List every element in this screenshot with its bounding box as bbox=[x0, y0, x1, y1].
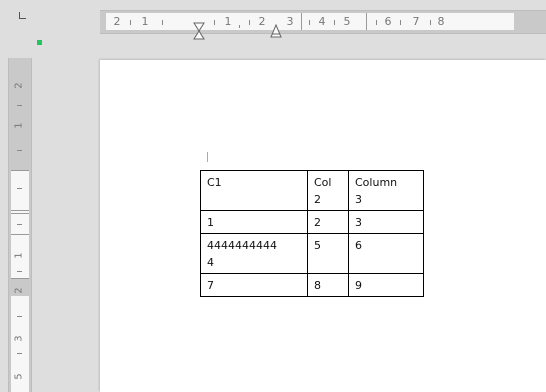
cell-text: 2 bbox=[314, 216, 321, 229]
tab-stop-icon[interactable] bbox=[19, 12, 26, 19]
ruler-label: 7 bbox=[412, 15, 420, 28]
ruler-row-separator[interactable] bbox=[11, 234, 29, 235]
table-cell[interactable]: 7 bbox=[200, 273, 308, 297]
ruler-tick bbox=[309, 20, 310, 25]
ruler-tick bbox=[249, 20, 250, 25]
horizontal-ruler[interactable]: 2 1 1 2 3 4 5 6 7 8 bbox=[100, 10, 546, 40]
ruler-label: 2 bbox=[13, 82, 25, 89]
ruler-tick bbox=[376, 20, 377, 25]
ruler-label: 5 bbox=[13, 373, 25, 380]
table-cell[interactable]: 4444444444 4 bbox=[200, 233, 308, 274]
cell-text: 6 bbox=[355, 239, 362, 252]
ruler-tick bbox=[214, 20, 215, 25]
cell-text: 7 bbox=[207, 279, 214, 292]
ruler-column-separator[interactable] bbox=[301, 13, 302, 30]
table-cell[interactable]: 1 bbox=[200, 210, 308, 234]
ruler-tick bbox=[130, 20, 131, 25]
table-cell[interactable]: 9 bbox=[348, 273, 424, 297]
ruler-margin-area bbox=[11, 58, 29, 170]
ruler-label: 4 bbox=[318, 15, 326, 28]
table-cell[interactable]: 8 bbox=[307, 273, 349, 297]
ruler-label: 8 bbox=[437, 15, 445, 28]
cell-text: Column 3 bbox=[355, 176, 398, 206]
ruler-label: 1 bbox=[13, 122, 25, 129]
table-row: C1 Col 2 Column 3 bbox=[200, 170, 424, 211]
ruler-tick bbox=[17, 353, 22, 354]
ruler-label: 5 bbox=[343, 15, 351, 28]
ruler-row-separator[interactable] bbox=[11, 210, 29, 211]
ruler-label: 1 bbox=[13, 252, 25, 259]
table-cell[interactable]: 3 bbox=[348, 210, 424, 234]
ruler-corner bbox=[0, 0, 100, 60]
hourglass-indent-icon[interactable] bbox=[193, 22, 205, 40]
table-row: 4444444444 4 5 6 bbox=[200, 233, 424, 274]
cell-text: 1 bbox=[207, 216, 214, 229]
cell-text: C1 bbox=[207, 176, 222, 189]
cell-text: 5 bbox=[314, 239, 321, 252]
ruler-label: 2 bbox=[258, 15, 266, 28]
ruler-tick bbox=[239, 25, 240, 28]
ruler-row-separator[interactable] bbox=[11, 278, 29, 279]
table-row: 7 8 9 bbox=[200, 273, 424, 297]
ruler-tick bbox=[17, 271, 22, 272]
table-cell[interactable]: 5 bbox=[307, 233, 349, 274]
table-cell[interactable]: 2 bbox=[307, 210, 349, 234]
ruler-tick bbox=[17, 316, 22, 317]
text-boundary-mark bbox=[207, 152, 208, 162]
ruler-tick bbox=[400, 20, 401, 25]
ruler-label: 1 bbox=[224, 15, 232, 28]
table-cell[interactable]: Col 2 bbox=[307, 170, 349, 211]
ruler-label: 3 bbox=[13, 335, 25, 342]
ruler-label: 2 bbox=[113, 15, 121, 28]
cell-text: 4444444444 4 bbox=[207, 239, 277, 269]
ruler-tick bbox=[17, 224, 22, 225]
ruler-tick bbox=[17, 105, 22, 106]
ruler-tick bbox=[17, 150, 22, 151]
ruler-active-area bbox=[106, 13, 514, 30]
ruler-tick bbox=[17, 188, 22, 189]
tab-marker-icon[interactable] bbox=[270, 24, 282, 38]
cell-text: Col 2 bbox=[314, 176, 332, 206]
ruler-label: 6 bbox=[384, 15, 392, 28]
cell-text: 3 bbox=[355, 216, 362, 229]
table-cell[interactable]: Column 3 bbox=[348, 170, 424, 211]
ruler-separator bbox=[11, 170, 29, 171]
ruler-column-separator[interactable] bbox=[366, 13, 367, 30]
ruler-label: 3 bbox=[286, 15, 294, 28]
ruler-row-separator[interactable] bbox=[11, 213, 29, 214]
table-cell[interactable]: C1 bbox=[200, 170, 308, 211]
ruler-label: 1 bbox=[141, 15, 149, 28]
table-row: 1 2 3 bbox=[200, 210, 424, 234]
table-cell[interactable]: 6 bbox=[348, 233, 424, 274]
green-marker-icon bbox=[37, 40, 42, 45]
cell-text: 9 bbox=[355, 279, 362, 292]
ruler-tick bbox=[334, 20, 335, 25]
ruler-tick bbox=[430, 20, 431, 25]
ruler-tick bbox=[162, 20, 163, 25]
document-table[interactable]: C1 Col 2 Column 3 1 2 3 4444444444 4 5 6… bbox=[200, 170, 424, 297]
vertical-ruler[interactable]: 2 1 1 2 3 5 bbox=[8, 58, 32, 392]
ruler-label: 2 bbox=[13, 287, 25, 294]
cell-text: 8 bbox=[314, 279, 321, 292]
